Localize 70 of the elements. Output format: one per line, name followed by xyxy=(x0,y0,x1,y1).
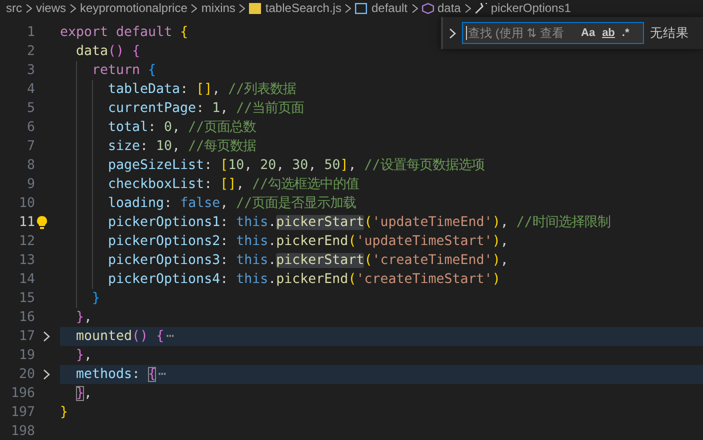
code-line: loading: false, //页面是否显示加载 xyxy=(108,194,356,213)
breadcrumb-item[interactable]: keypromotionalprice xyxy=(80,1,188,15)
breadcrumb-item[interactable]: data xyxy=(438,1,461,15)
js-file-icon xyxy=(249,2,262,14)
line-number: 5 xyxy=(26,100,35,118)
line-number: 9 xyxy=(26,176,35,194)
module-icon xyxy=(355,2,368,14)
line-number: 8 xyxy=(26,157,35,175)
match-case-toggle[interactable]: Aa xyxy=(579,25,598,41)
chevron-right-icon xyxy=(26,4,32,12)
chevron-right-icon xyxy=(239,4,246,12)
line-number: 15 xyxy=(18,290,35,308)
breadcrumb-item[interactable]: src xyxy=(6,1,22,15)
line-number: 16 xyxy=(18,309,35,327)
code-line: export default { xyxy=(60,24,188,42)
fold-chevron-icon[interactable] xyxy=(43,331,50,342)
lightbulb-icon[interactable] xyxy=(36,216,46,229)
code-line: mounted() {⋯ xyxy=(76,328,176,346)
code-line: pageSizeList: [10, 20, 30, 50], //设置每页数据选项 xyxy=(108,157,484,175)
chevron-right-icon xyxy=(70,4,76,12)
code-line: } xyxy=(92,290,100,308)
line-number: 14 xyxy=(18,271,35,289)
line-number: 1 xyxy=(26,24,35,42)
line-number: 20 xyxy=(18,366,35,384)
chevron-right-icon xyxy=(464,4,471,12)
chevron-right-icon xyxy=(345,4,352,12)
code-line: size: 10, //每页数据 xyxy=(108,138,256,156)
toggle-replace-chevron-icon[interactable] xyxy=(449,28,456,38)
code-line: pickerOptions2: this.pickerEnd('updateTimeStart'), xyxy=(108,233,508,251)
code-line: total: 0, //页面总数 xyxy=(108,119,256,137)
code-line: data() { xyxy=(76,43,140,61)
line-number: 4 xyxy=(26,81,35,99)
code-line: }, xyxy=(76,385,92,403)
line-number: 11 xyxy=(18,214,35,232)
regex-toggle[interactable]: .* xyxy=(620,25,632,41)
line-number: 13 xyxy=(18,252,35,270)
cube-icon xyxy=(422,2,434,14)
code-line: }, xyxy=(76,309,92,327)
breadcrumb-item[interactable]: views xyxy=(36,1,66,15)
code-line: methods: {⋯ xyxy=(76,366,168,384)
code-line: pickerOptions4: this.pickerEnd('createTimeStart') xyxy=(108,271,500,289)
code-line: currentPage: 1, //当前页面 xyxy=(108,100,304,118)
line-number: 12 xyxy=(18,233,35,251)
line-number: 6 xyxy=(26,119,35,137)
line-number: 17 xyxy=(18,328,35,346)
line-number: 19 xyxy=(18,347,35,365)
line-number: 196 xyxy=(10,385,35,403)
line-number: 3 xyxy=(26,62,35,80)
code-line: pickerOptions3: this.pickerStart('createTimeEnd'), xyxy=(108,252,508,270)
line-number: 197 xyxy=(10,404,35,422)
code-line: pickerOptions1: this.pickerStart('updateTimeEnd'), //时间选择限制 xyxy=(108,214,610,232)
find-field[interactable]: 查找 (使用 ⇅ 查看 Aa ab .* xyxy=(462,22,644,44)
code-line: checkboxList: [], //勾选框选中的值 xyxy=(108,176,360,194)
chevron-right-icon xyxy=(191,4,198,12)
search-result-text: 无结果 xyxy=(650,24,689,42)
line-number: 10 xyxy=(18,195,35,213)
code-line: tableData: [], //列表数据 xyxy=(108,81,296,99)
chevron-right-icon xyxy=(412,4,418,12)
line-number: 2 xyxy=(26,43,35,61)
breadcrumb-item[interactable]: tableSearch.js xyxy=(265,1,342,15)
breadcrumb-item[interactable]: pickerOptions1 xyxy=(490,1,571,15)
whole-word-toggle[interactable]: ab xyxy=(600,25,617,41)
breadcrumb-item[interactable]: default xyxy=(371,1,408,15)
breadcrumb-item[interactable]: mixins xyxy=(201,1,236,15)
code-line: } xyxy=(60,404,68,422)
code-line: }, xyxy=(76,347,92,365)
fold-chevron-icon[interactable] xyxy=(43,369,50,380)
line-number: 198 xyxy=(10,423,35,440)
code-line: return { xyxy=(92,62,156,80)
line-number: 7 xyxy=(26,138,35,156)
